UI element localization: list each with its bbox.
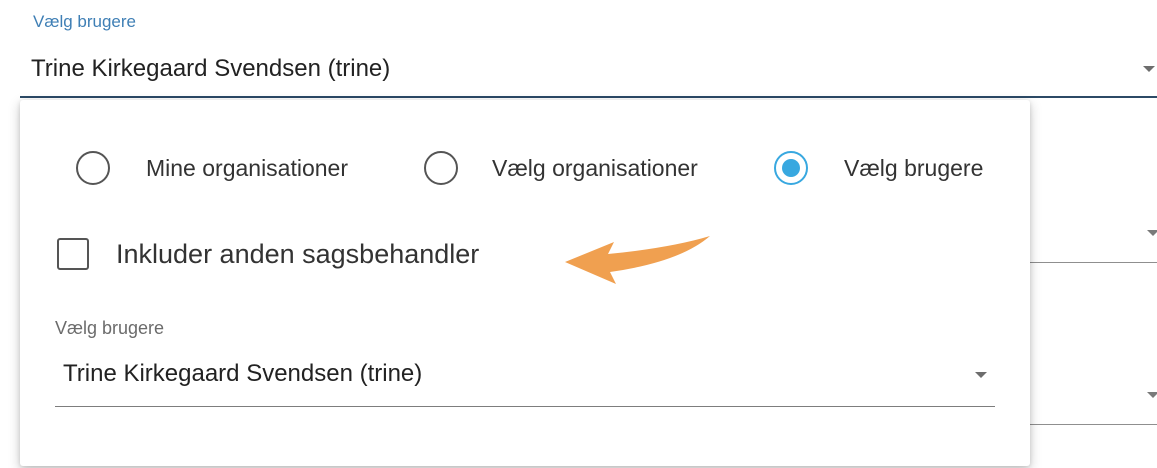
- orange-arrow-icon: [565, 236, 710, 284]
- background-field-underline: [1030, 262, 1157, 263]
- background-dropdown-caret-icon[interactable]: [1147, 230, 1157, 236]
- radio-dot: [782, 159, 800, 177]
- dropdown-caret-icon[interactable]: [975, 372, 987, 378]
- background-field-underline: [1030, 424, 1157, 425]
- radio-mine-organisationer[interactable]: Mine organisationer: [76, 146, 348, 190]
- top-user-select-underline: [20, 96, 1157, 98]
- top-user-select-label: Vælg brugere: [33, 12, 137, 31]
- radio-unchecked-icon[interactable]: [76, 151, 110, 185]
- user-select-label: Vælg brugere: [55, 318, 165, 338]
- user-select-underline: [55, 406, 995, 407]
- background-dropdown-caret-icon[interactable]: [1147, 392, 1157, 398]
- top-user-select[interactable]: Vælg brugere Trine Kirkegaard Svendsen (…: [20, 0, 1157, 100]
- top-user-select-value: Trine Kirkegaard Svendsen (trine): [31, 55, 391, 82]
- checkbox-unchecked-icon[interactable]: [57, 238, 89, 270]
- user-select-value: Trine Kirkegaard Svendsen (trine): [63, 360, 423, 387]
- checkbox-label: Inkluder anden sagsbehandler: [116, 238, 480, 269]
- radio-label: Vælg organisationer: [492, 154, 698, 181]
- radio-label: Vælg brugere: [844, 154, 984, 181]
- radio-vaelg-brugere[interactable]: Vælg brugere: [774, 146, 983, 190]
- dropdown-caret-icon[interactable]: [1143, 66, 1155, 72]
- radio-label: Mine organisationer: [146, 154, 349, 181]
- user-select[interactable]: Vælg brugere Trine Kirkegaard Svendsen (…: [55, 310, 995, 410]
- radio-unchecked-icon[interactable]: [424, 151, 458, 185]
- include-other-caseworker-checkbox[interactable]: Inkluder anden sagsbehandler: [57, 238, 479, 270]
- radio-checked-icon[interactable]: [774, 151, 808, 185]
- radio-vaelg-organisationer[interactable]: Vælg organisationer: [424, 146, 698, 190]
- user-filter-panel: Mine organisationer Vælg organisationer …: [20, 100, 1030, 466]
